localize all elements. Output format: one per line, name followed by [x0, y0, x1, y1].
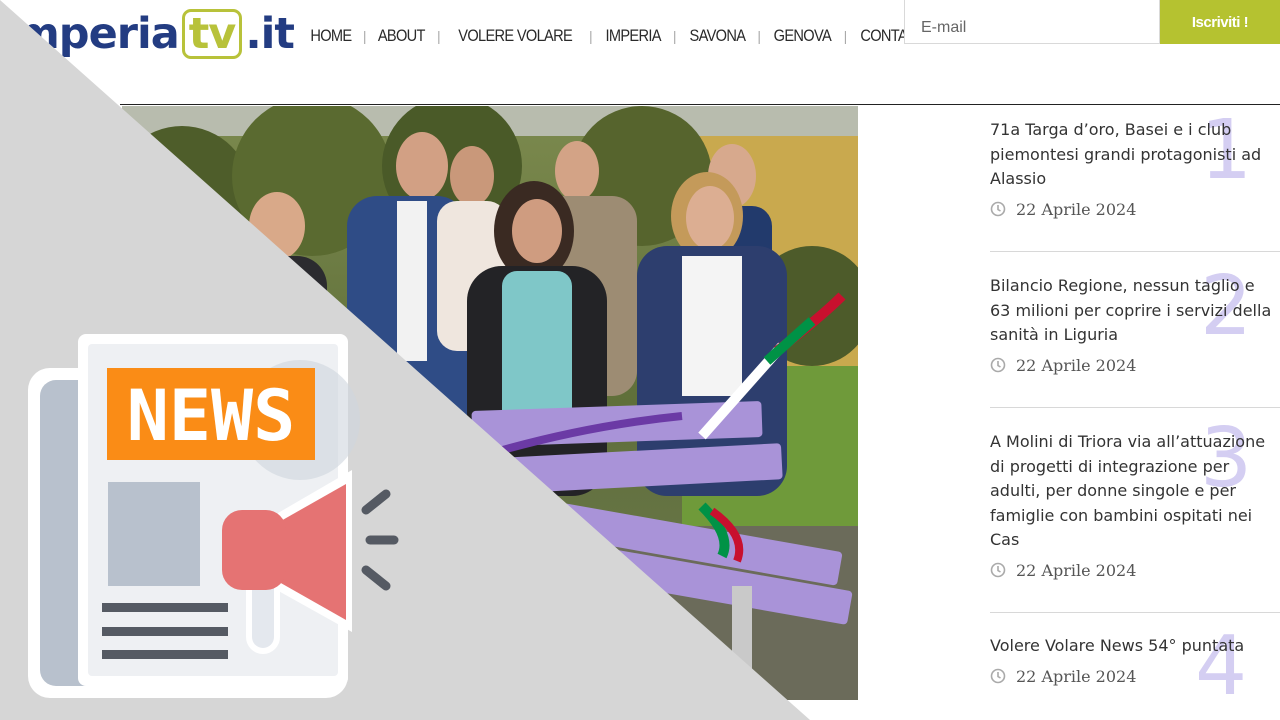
- article-date: 22 Aprile 2024: [990, 356, 1280, 375]
- nav-savona[interactable]: SAVONA: [683, 26, 751, 46]
- nav-imperia[interactable]: IMPERIA: [599, 26, 666, 46]
- clock-icon: [990, 201, 1006, 217]
- clock-icon: [990, 562, 1006, 578]
- nav-genova[interactable]: GENOVA: [768, 26, 837, 46]
- article-title[interactable]: 71a Targa d’oro, Basei e i club piemonte…: [990, 118, 1280, 192]
- list-item[interactable]: 1 71a Targa d’oro, Basei e i club piemon…: [990, 110, 1280, 219]
- site-header: Imperia tv .it HOME | ABOUT | VOLERE VOL…: [0, 0, 1280, 104]
- article-date: 22 Aprile 2024: [990, 561, 1280, 580]
- list-item[interactable]: 3 A Molini di Triora via all’attuazione …: [990, 418, 1280, 580]
- nav-separator: |: [588, 28, 593, 44]
- article-title[interactable]: Bilancio Regione, nessun taglio e 63 mil…: [990, 274, 1280, 348]
- list-item[interactable]: 4 Volere Volare News 54° puntata 22 Apri…: [990, 626, 1280, 708]
- clock-icon: [990, 668, 1006, 684]
- article-date-text: 22 Aprile 2024: [1016, 355, 1137, 375]
- article-date-text: 22 Aprile 2024: [1016, 560, 1137, 580]
- article-title[interactable]: A Molini di Triora via all’attuazione di…: [990, 430, 1280, 553]
- main-nav: HOME | ABOUT | VOLERE VOLARE | IMPERIA |…: [300, 16, 938, 56]
- nav-separator: |: [437, 28, 441, 44]
- subscribe-button[interactable]: Iscriviti !: [1160, 0, 1280, 44]
- nav-home[interactable]: HOME: [304, 26, 357, 46]
- site-logo[interactable]: Imperia tv .it: [0, 2, 295, 66]
- article-date: 22 Aprile 2024: [990, 667, 1280, 686]
- logo-text-domain: .it: [245, 9, 295, 59]
- nav-separator: |: [757, 28, 761, 44]
- list-divider: [990, 251, 1280, 252]
- article-date: 22 Aprile 2024: [990, 200, 1280, 219]
- header-divider: [120, 104, 1280, 105]
- logo-text-imperia: Imperia: [0, 9, 180, 59]
- clock-icon: [990, 357, 1006, 373]
- nav-separator: |: [672, 28, 677, 44]
- photo-illustration: [122, 106, 858, 700]
- article-date-text: 22 Aprile 2024: [1016, 666, 1137, 686]
- article-date-text: 22 Aprile 2024: [1016, 199, 1137, 219]
- nav-volere-volare[interactable]: VOLERE VOLARE: [452, 26, 578, 46]
- logo-text-tv: tv: [181, 9, 243, 59]
- nav-separator: |: [362, 28, 367, 44]
- newsletter-email-input[interactable]: [904, 0, 1160, 44]
- article-title[interactable]: Volere Volare News 54° puntata: [990, 634, 1280, 659]
- nav-separator: |: [843, 28, 848, 44]
- list-item[interactable]: 2 Bilancio Regione, nessun taglio e 63 m…: [990, 266, 1280, 375]
- featured-article-photo[interactable]: [122, 106, 858, 700]
- nav-about[interactable]: ABOUT: [372, 26, 431, 46]
- list-divider: [990, 407, 1280, 408]
- list-divider: [990, 612, 1280, 613]
